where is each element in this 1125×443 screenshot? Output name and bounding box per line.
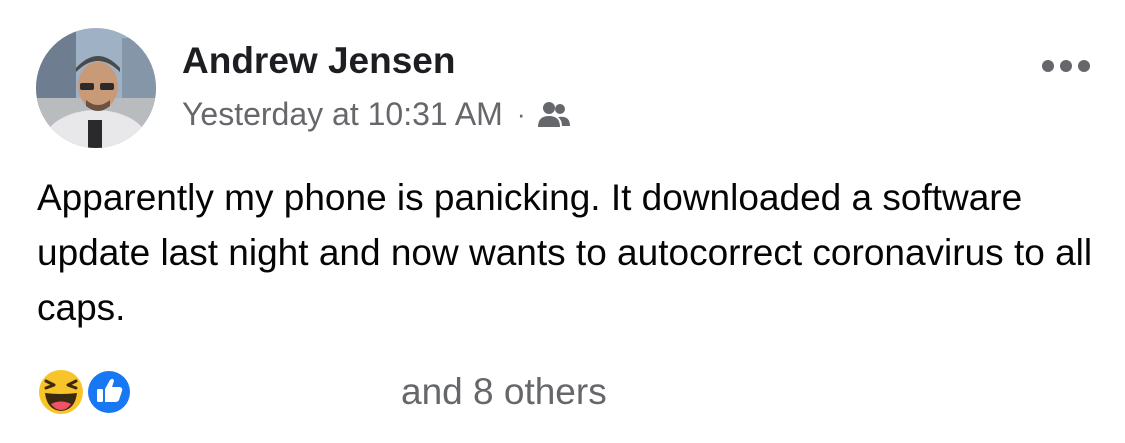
reaction-icons[interactable]	[33, 366, 137, 418]
post-card: Andrew Jensen Yesterday at 10:31 AM · Ap…	[0, 0, 1125, 443]
post-timestamp[interactable]: Yesterday at 10:31 AM	[182, 96, 503, 133]
post-text: Apparently my phone is panicking. It dow…	[37, 177, 1093, 328]
meta-separator: ·	[516, 98, 526, 129]
post-meta: Yesterday at 10:31 AM ·	[182, 94, 571, 134]
reaction-summary[interactable]: and 8 others	[401, 371, 607, 413]
author-avatar[interactable]	[36, 28, 156, 148]
friends-icon[interactable]	[537, 97, 571, 131]
author-name[interactable]: Andrew Jensen	[182, 40, 455, 82]
like-icon	[86, 369, 132, 415]
more-options-icon[interactable]	[1038, 52, 1094, 80]
avatar-photo	[36, 28, 156, 148]
haha-icon	[37, 368, 85, 416]
